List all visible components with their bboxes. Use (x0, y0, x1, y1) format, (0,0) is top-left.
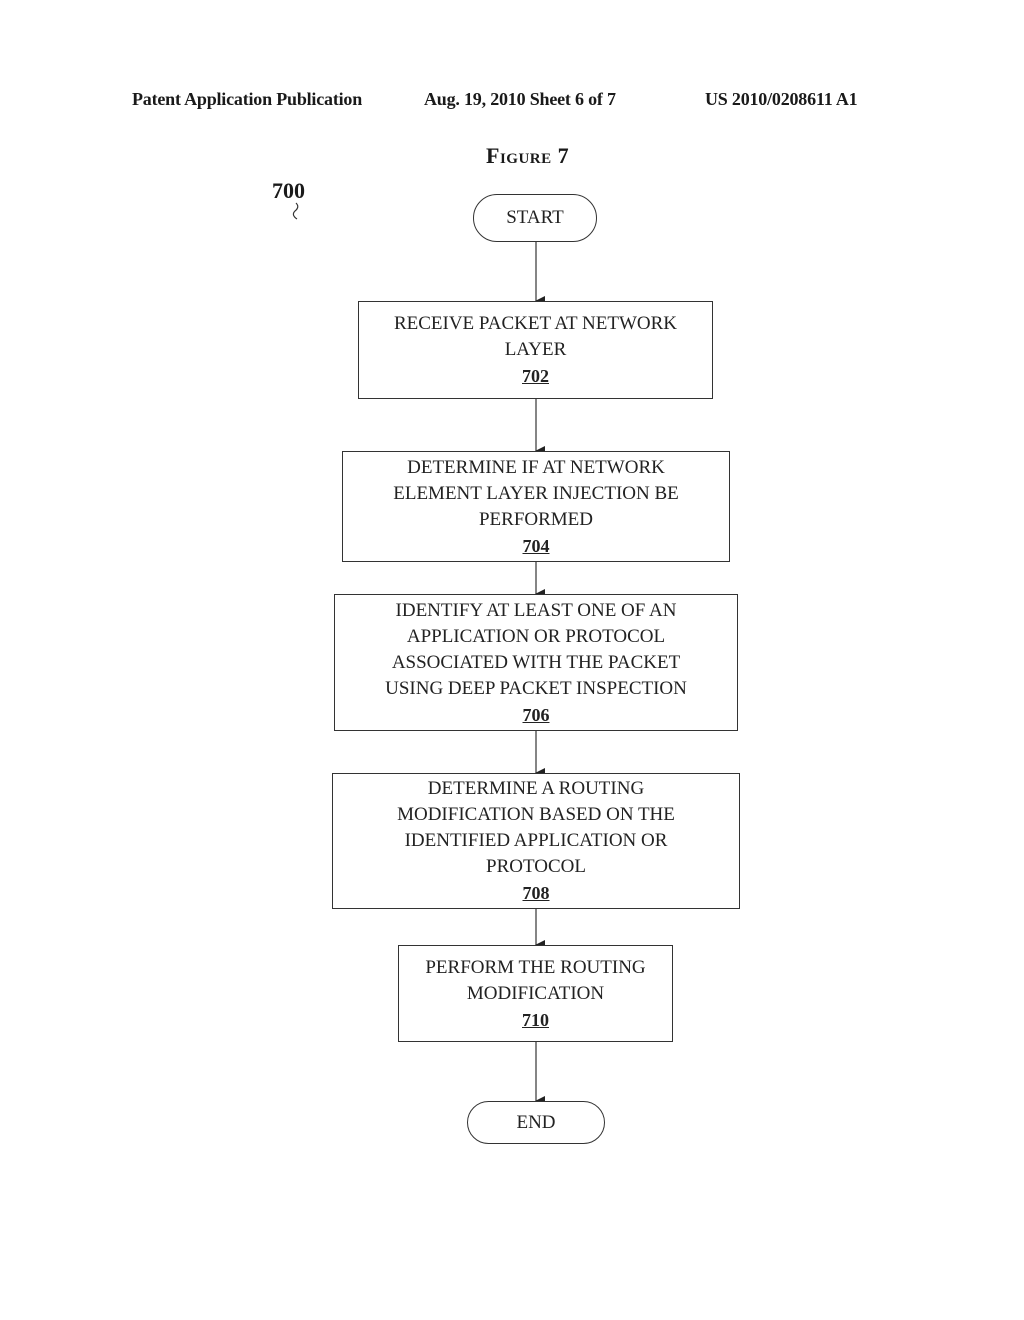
step-702: RECEIVE PACKET AT NETWORK LAYER 702 (358, 301, 713, 399)
step-706-text: IDENTIFY AT LEAST ONE OF AN APPLICATION … (385, 599, 687, 699)
step-702-number: 702 (522, 366, 549, 386)
step-704: DETERMINE IF AT NETWORK ELEMENT LAYER IN… (342, 451, 730, 562)
reference-leader-squiggle (292, 202, 299, 220)
step-704-number: 704 (522, 535, 550, 556)
step-704-text: DETERMINE IF AT NETWORK ELEMENT LAYER IN… (393, 456, 679, 530)
step-710: PERFORM THE ROUTING MODIFICATION 710 (398, 945, 673, 1042)
step-706: IDENTIFY AT LEAST ONE OF AN APPLICATION … (334, 594, 738, 731)
start-label: START (506, 207, 564, 228)
end-label: END (516, 1111, 556, 1133)
step-710-number: 710 (522, 1009, 549, 1030)
step-708: DETERMINE A ROUTING MODIFICATION BASED O… (332, 773, 740, 909)
step-708-text: DETERMINE A ROUTING MODIFICATION BASED O… (397, 778, 675, 877)
start-terminal: START (473, 194, 597, 242)
step-702-text: RECEIVE PACKET AT NETWORK LAYER (393, 313, 678, 360)
step-710-text: PERFORM THE ROUTING MODIFICATION (425, 956, 646, 1004)
end-terminal: END (467, 1101, 605, 1144)
step-706-number: 706 (522, 704, 550, 725)
step-708-number: 708 (522, 883, 550, 903)
